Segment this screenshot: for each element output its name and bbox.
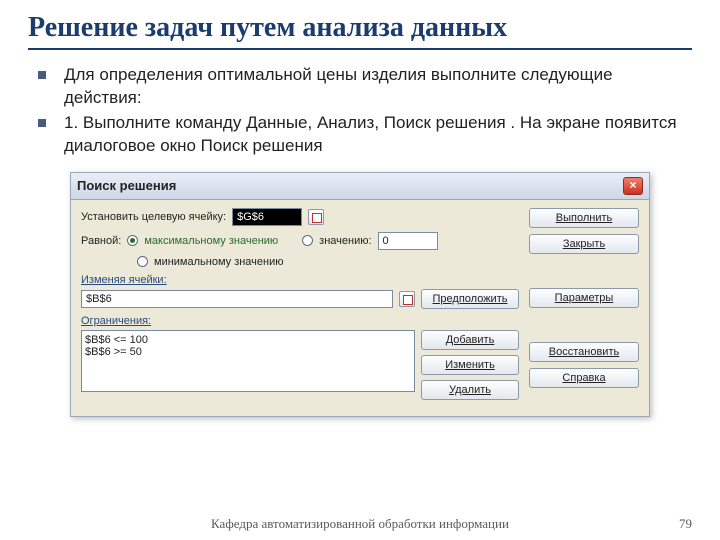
- changing-label: Изменяя ячейки:: [81, 274, 519, 286]
- dialog-title: Поиск решения: [77, 178, 623, 193]
- change-button[interactable]: Изменить: [421, 355, 519, 375]
- constraint-item: $B$6 <= 100: [85, 334, 411, 346]
- radio-min-label: минимальному значению: [154, 256, 284, 268]
- refedit-icon[interactable]: [308, 209, 324, 225]
- constraints-list[interactable]: $B$6 <= 100 $B$6 >= 50: [81, 330, 415, 392]
- target-label: Установить целевую ячейку:: [81, 211, 226, 223]
- guess-button[interactable]: Предположить: [421, 289, 519, 309]
- radio-value[interactable]: [302, 235, 313, 246]
- help-button[interactable]: Справка: [529, 368, 639, 388]
- close-icon[interactable]: ×: [623, 177, 643, 195]
- changing-input[interactable]: $B$6: [81, 290, 393, 308]
- solver-dialog: Поиск решения × Установить целевую ячейк…: [70, 172, 650, 417]
- bullet-text: 1. Выполните команду Данные, Анализ, Пои…: [64, 112, 692, 158]
- constraints-label: Ограничения:: [81, 315, 519, 327]
- page-number: 79: [652, 516, 692, 532]
- reset-button[interactable]: Восстановить: [529, 342, 639, 362]
- radio-max-label: максимальному значению: [144, 235, 278, 247]
- radio-min[interactable]: [137, 256, 148, 267]
- constraint-item: $B$6 >= 50: [85, 346, 411, 358]
- close-button[interactable]: Закрыть: [529, 234, 639, 254]
- radio-value-label: значению:: [319, 235, 371, 247]
- options-button[interactable]: Параметры: [529, 288, 639, 308]
- slide-footer: Кафедра автоматизированной обработки инф…: [0, 516, 720, 532]
- bullet-text: Для определения оптимальной цены изделия…: [64, 64, 692, 110]
- footer-text: Кафедра автоматизированной обработки инф…: [68, 516, 652, 532]
- bullet-icon: [38, 119, 46, 127]
- bullet-list: Для определения оптимальной цены изделия…: [38, 64, 692, 158]
- dialog-titlebar: Поиск решения ×: [71, 173, 649, 200]
- value-input[interactable]: 0: [378, 232, 438, 250]
- equal-label: Равной:: [81, 235, 121, 247]
- bullet-icon: [38, 71, 46, 79]
- add-button[interactable]: Добавить: [421, 330, 519, 350]
- target-cell-input[interactable]: $G$6: [232, 208, 302, 226]
- run-button[interactable]: Выполнить: [529, 208, 639, 228]
- delete-button[interactable]: Удалить: [421, 380, 519, 400]
- slide-title: Решение задач путем анализа данных: [28, 12, 692, 50]
- refedit-icon[interactable]: [399, 291, 415, 307]
- radio-max[interactable]: [127, 235, 138, 246]
